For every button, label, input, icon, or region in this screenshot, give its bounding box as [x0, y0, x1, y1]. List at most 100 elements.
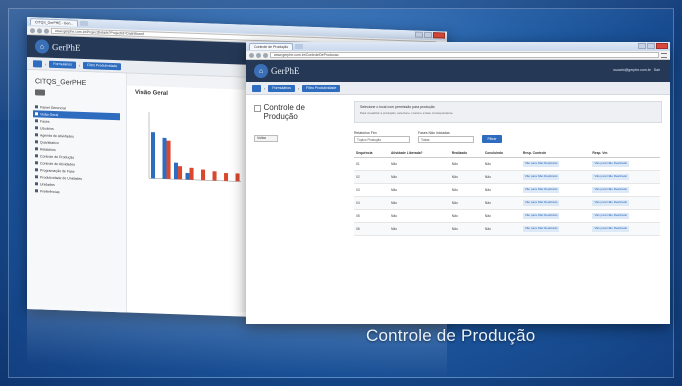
chart-bar — [185, 172, 190, 180]
table-row: 01 Não Não Não Vão para Não Realizado Vão par… — [354, 157, 660, 171]
table-cell: Vão para Não Realizado — [520, 222, 591, 236]
cell-link[interactable]: Vão para Não Realizado — [592, 161, 630, 167]
table-cell: Não — [482, 209, 521, 223]
table-cell: Vão para Não Realizado — [590, 157, 660, 171]
breadcrumb-item[interactable]: Filtro Produtividade — [302, 84, 341, 92]
sidebar-item-icon — [35, 161, 38, 165]
table-cell: Não — [389, 157, 450, 171]
table-cell: Vão para Não Realizado — [520, 183, 591, 197]
maximize-button[interactable] — [647, 43, 655, 49]
chart-bar — [151, 132, 156, 179]
refresh-icon[interactable] — [44, 28, 49, 34]
back-tab[interactable]: CITQS_GerPHE - Gen... — [30, 18, 79, 27]
column-header[interactable]: Sequência — [354, 149, 390, 158]
table-cell: 06 — [354, 222, 390, 236]
sidebar-item-label: Agenda de Atividades — [40, 132, 74, 139]
cell-value: Não — [484, 214, 491, 218]
breadcrumb-item[interactable]: Formulários — [268, 84, 295, 92]
user-info[interactable]: usuario@gerphe.com.br Sair — [613, 68, 660, 72]
cell-link[interactable]: Vão para Não Realizado — [522, 226, 560, 232]
menu-icon[interactable] — [661, 52, 667, 58]
sidebar-item-label: Controle de Atividades — [40, 160, 76, 167]
cell-link[interactable]: Vão para Não Realizado — [522, 187, 560, 193]
table-cell: Não — [389, 183, 450, 197]
cell-value: Não — [451, 201, 458, 205]
filter-button[interactable]: Filtrar — [482, 135, 502, 143]
column-header[interactable]: Resp. Ver. — [590, 149, 660, 158]
home-icon[interactable] — [33, 59, 42, 68]
phase-filter-select[interactable]: Todas — [418, 136, 474, 143]
cell-value: 03 — [356, 188, 360, 192]
close-button[interactable] — [433, 32, 445, 39]
table-cell: Não — [389, 222, 450, 236]
report-filter-select[interactable]: Tópico Produção — [354, 136, 410, 143]
breadcrumb-item[interactable]: Filtro Produtividade — [83, 61, 122, 70]
sidebar-item-label: Visão Geral — [40, 111, 59, 117]
cell-link[interactable]: Vão para Não Realizado — [592, 200, 630, 206]
cell-link[interactable]: Vão para Não Realizado — [522, 213, 560, 219]
filter-group: Relatórios Fim Tópico Produção — [354, 131, 410, 143]
column-header[interactable]: Concluindo — [482, 149, 521, 158]
caption-text: Controle de Produção — [366, 326, 536, 345]
cell-value: 06 — [356, 227, 360, 231]
chart-bar — [201, 169, 206, 181]
breadcrumb-separator: › — [78, 62, 81, 68]
chart-bar — [166, 140, 171, 180]
refresh-icon[interactable] — [263, 52, 268, 58]
cell-link[interactable]: Vão para Não Realizado — [592, 187, 630, 193]
cell-link[interactable]: Vão para Não Realizado — [522, 200, 560, 206]
back-arrow-icon[interactable] — [249, 52, 254, 58]
cell-link[interactable]: Vão para Não Realizado — [592, 174, 630, 180]
cell-link[interactable]: Vão para Não Realizado — [592, 213, 630, 219]
table-row: 03 Não Não Não Vão para Não Realizado Vão par… — [354, 183, 660, 197]
front-app-header: ⌂ GerPhE usuario@gerphe.com.br Sair — [246, 60, 670, 82]
cell-link[interactable]: Vão para Não Realizado — [522, 161, 560, 167]
table-cell: Não — [389, 209, 450, 223]
front-tab[interactable]: Controle de Produção — [249, 43, 294, 50]
home-icon[interactable] — [252, 84, 261, 92]
forward-arrow-icon[interactable] — [256, 52, 261, 58]
alert-text: Para visualizar a produção, selecione o … — [360, 111, 454, 115]
column-header[interactable]: Atividade Liberada? — [389, 149, 450, 158]
table-cell: Não — [389, 170, 450, 184]
cell-link[interactable]: Vão para Não Realizado — [522, 174, 560, 180]
cell-value: Não — [451, 175, 458, 179]
new-tab-button[interactable] — [295, 44, 304, 49]
sidebar-item-label: Unidades — [40, 181, 55, 187]
table-row: 02 Não Não Não Vão para Não Realizado Vão par… — [354, 170, 660, 184]
table-cell: Vão para Não Realizado — [520, 196, 591, 210]
table-cell: Não — [449, 170, 483, 184]
filter-bar: Relatórios Fim Tópico Produção Fases Não… — [354, 131, 662, 143]
document-icon — [254, 105, 261, 112]
url-field[interactable]: www.gerphe.com.br/ControleDeProducao — [270, 52, 659, 58]
cell-link[interactable]: Vão para Não Realizado — [592, 226, 630, 232]
sidebar-item-label: Painel Gerencial — [40, 104, 66, 110]
cell-value: Não — [391, 162, 398, 166]
sidebar-list: Painel Gerencial Visão Geral Fases Usuários… — [33, 103, 120, 197]
cell-value: Não — [391, 201, 398, 205]
cell-value: Não — [484, 227, 491, 231]
sidebar-item-label: Controle de Produção — [40, 153, 75, 160]
logout-link[interactable]: Sair — [654, 68, 660, 72]
page-title: Controle de Produção — [263, 103, 305, 121]
breadcrumb-item[interactable]: Formulários — [49, 60, 76, 69]
maximize-button[interactable] — [424, 31, 432, 39]
table-cell: Não — [389, 196, 450, 210]
forward-arrow-icon[interactable] — [37, 27, 42, 34]
minimize-button[interactable] — [415, 31, 423, 38]
front-browser-window: Controle de Produção www.gerphe.com.br/C… — [246, 42, 670, 324]
column-header[interactable]: Resp. Controle — [520, 149, 591, 158]
back-arrow-icon[interactable] — [30, 27, 35, 33]
minimize-button[interactable] — [638, 43, 646, 49]
sidebar-item-label: Fases — [40, 118, 50, 124]
back-button[interactable]: Voltar — [254, 135, 278, 142]
sidebar-item-icon — [35, 119, 38, 123]
breadcrumb-separator: › — [264, 85, 266, 91]
column-header[interactable]: Realizado — [449, 149, 483, 158]
table-cell: 01 — [354, 157, 390, 171]
table-header-row: Sequência Atividade Liberada? Realizado Con… — [354, 149, 660, 158]
close-button[interactable] — [656, 43, 668, 49]
sidebar: CITQS_GerPHE Painel Gerencial Visão Geral… — [27, 70, 127, 324]
new-tab-button[interactable] — [80, 20, 89, 27]
table-cell: 03 — [354, 183, 390, 197]
